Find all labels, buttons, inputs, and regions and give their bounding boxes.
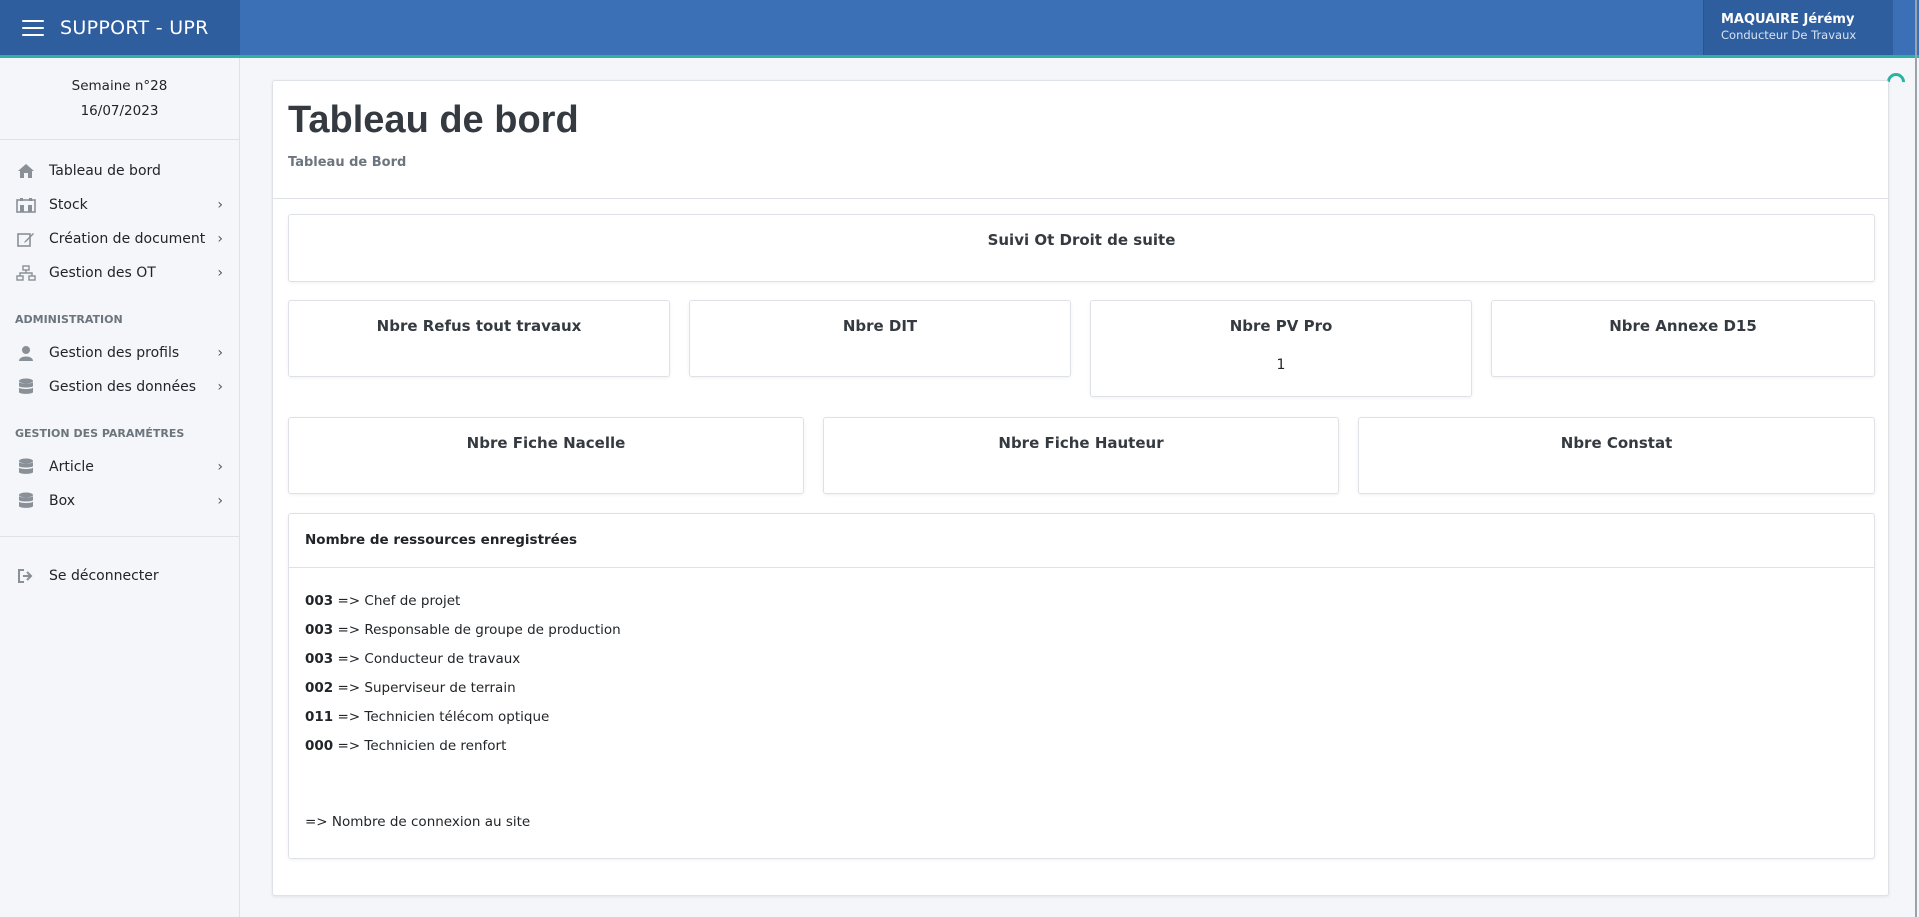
resource-role: => Conducteur de travaux: [333, 651, 521, 667]
stat-title: Nbre Refus tout travaux: [376, 317, 582, 335]
sign-out-icon: [15, 567, 37, 585]
user-icon: [15, 344, 37, 362]
database-icon: [15, 458, 37, 476]
user-name: MAQUAIRE Jérémy: [1721, 12, 1855, 27]
resource-role: => Technicien télécom optique: [333, 709, 550, 725]
sidebar-item-box[interactable]: Box ›: [0, 484, 239, 518]
week-info: Semaine n°28 16/07/2023: [0, 58, 239, 140]
stat-title: Nbre Fiche Hauteur: [998, 434, 1164, 452]
resource-count: 000: [305, 738, 334, 754]
warehouse-icon: [15, 196, 37, 214]
resource-count: 003: [305, 651, 334, 667]
section-title-administration: ADMINISTRATION: [15, 313, 123, 326]
sidebar-item-gestion-donnees[interactable]: Gestion des données ›: [0, 370, 239, 404]
list-item: 011 => Technicien télécom optique: [305, 708, 1858, 737]
sidebar-item-label: Stock: [49, 197, 88, 213]
banner-title: Suivi Ot Droit de suite: [987, 231, 1176, 249]
chevron-right-icon: ›: [217, 345, 223, 361]
resource-role: => Chef de projet: [333, 593, 461, 609]
stat-title: Nbre Annexe D15: [1609, 317, 1757, 335]
stat-card-annexe-d15: Nbre Annexe D15: [1491, 300, 1875, 377]
stat-card-nacelle: Nbre Fiche Nacelle: [288, 417, 804, 494]
chevron-right-icon: ›: [217, 379, 223, 395]
user-role: Conducteur De Travaux: [1721, 28, 1857, 42]
resource-role: => Superviseur de terrain: [333, 680, 516, 696]
section-title-parametres: GESTION DES PARAMÉTRES: [15, 427, 185, 440]
resource-count: 003: [305, 622, 334, 638]
sitemap-icon: [15, 264, 37, 282]
sidebar-item-label: Gestion des données: [49, 379, 196, 395]
stat-card-hauteur: Nbre Fiche Hauteur: [823, 417, 1339, 494]
week-label: Semaine n°28: [71, 78, 168, 94]
banner-card: Suivi Ot Droit de suite: [288, 214, 1875, 282]
chevron-right-icon: ›: [217, 197, 223, 213]
stat-title: Nbre DIT: [842, 317, 918, 335]
chevron-right-icon: ›: [217, 493, 223, 509]
resource-count: 002: [305, 680, 334, 696]
edit-icon: [15, 230, 37, 248]
sidebar-item-gestion-ot[interactable]: Gestion des OT ›: [0, 256, 239, 290]
list-item: 000 => Technicien de renfort: [305, 737, 1858, 766]
hamburger-menu-icon[interactable]: [22, 19, 44, 36]
top-navbar: SUPPORT - UPR MAQUAIRE Jérémy Conducteur…: [0, 0, 1919, 58]
stat-card-refus: Nbre Refus tout travaux: [288, 300, 670, 377]
chevron-right-icon: ›: [217, 459, 223, 475]
database-icon: [15, 492, 37, 510]
list-item: 002 => Superviseur de terrain: [305, 679, 1858, 708]
sidebar: Semaine n°28 16/07/2023 Tableau de bord …: [0, 58, 240, 917]
main-content: Tableau de bord Tableau de Bord Suivi Ot…: [272, 80, 1889, 896]
connections-count-label: => Nombre de connexion au site: [305, 814, 531, 830]
resource-role: => Responsable de groupe de production: [333, 622, 621, 638]
home-icon: [15, 162, 37, 180]
resource-role: => Technicien de renfort: [333, 738, 507, 754]
stat-card-dit: Nbre DIT: [689, 300, 1071, 377]
resource-count: 011: [305, 709, 334, 725]
breadcrumb: Tableau de Bord: [288, 155, 407, 170]
page-header: Tableau de bord Tableau de Bord: [273, 81, 1888, 199]
list-item: 003 => Conducteur de travaux: [305, 650, 1858, 679]
chevron-right-icon: ›: [217, 265, 223, 281]
sidebar-item-label: Gestion des profils: [49, 345, 180, 361]
sidebar-item-label: Tableau de bord: [49, 163, 161, 179]
sidebar-divider: Se déconnecter: [0, 536, 239, 593]
chevron-right-icon: ›: [217, 231, 223, 247]
sidebar-item-stock[interactable]: Stock ›: [0, 188, 239, 222]
app-title[interactable]: SUPPORT - UPR: [60, 17, 209, 39]
resources-title: Nombre de ressources enregistrées: [289, 514, 1874, 568]
database-icon: [15, 378, 37, 396]
resources-list: 003 => Chef de projet 003 => Responsable…: [289, 568, 1874, 830]
stat-card-constat: Nbre Constat: [1358, 417, 1875, 494]
resource-count: 003: [305, 593, 334, 609]
page-title: Tableau de bord: [288, 99, 579, 141]
list-item: 003 => Chef de projet: [305, 592, 1858, 621]
brand: SUPPORT - UPR: [0, 0, 240, 55]
stat-title: Nbre Constat: [1560, 434, 1673, 452]
user-menu[interactable]: MAQUAIRE Jérémy Conducteur De Travaux: [1703, 0, 1893, 55]
stat-card-pv-pro: Nbre PV Pro 1: [1090, 300, 1472, 397]
current-date: 16/07/2023: [80, 103, 159, 119]
sidebar-item-creation-document[interactable]: Création de document ›: [0, 222, 239, 256]
sidebar-item-article[interactable]: Article ›: [0, 450, 239, 484]
sidebar-item-tableau-de-bord[interactable]: Tableau de bord: [0, 154, 239, 188]
sidebar-item-gestion-profils[interactable]: Gestion des profils ›: [0, 336, 239, 370]
sidebar-item-label: Article: [49, 459, 94, 475]
sidebar-item-logout[interactable]: Se déconnecter: [0, 559, 239, 593]
list-item: 003 => Responsable de groupe de producti…: [305, 621, 1858, 650]
sidebar-item-label: Gestion des OT: [49, 265, 156, 281]
stat-value: 1: [1276, 357, 1286, 373]
stat-title: Nbre Fiche Nacelle: [466, 434, 626, 452]
sidebar-item-label: Création de document: [49, 231, 206, 247]
sidebar-menu: Tableau de bord Stock › Création de docu…: [0, 140, 239, 593]
sidebar-item-label: Box: [49, 493, 76, 509]
logout-label: Se déconnecter: [49, 568, 159, 584]
stat-title: Nbre PV Pro: [1229, 317, 1333, 335]
window-divider: [1915, 0, 1917, 917]
resources-card: Nombre de ressources enregistrées 003 =>…: [288, 513, 1875, 859]
